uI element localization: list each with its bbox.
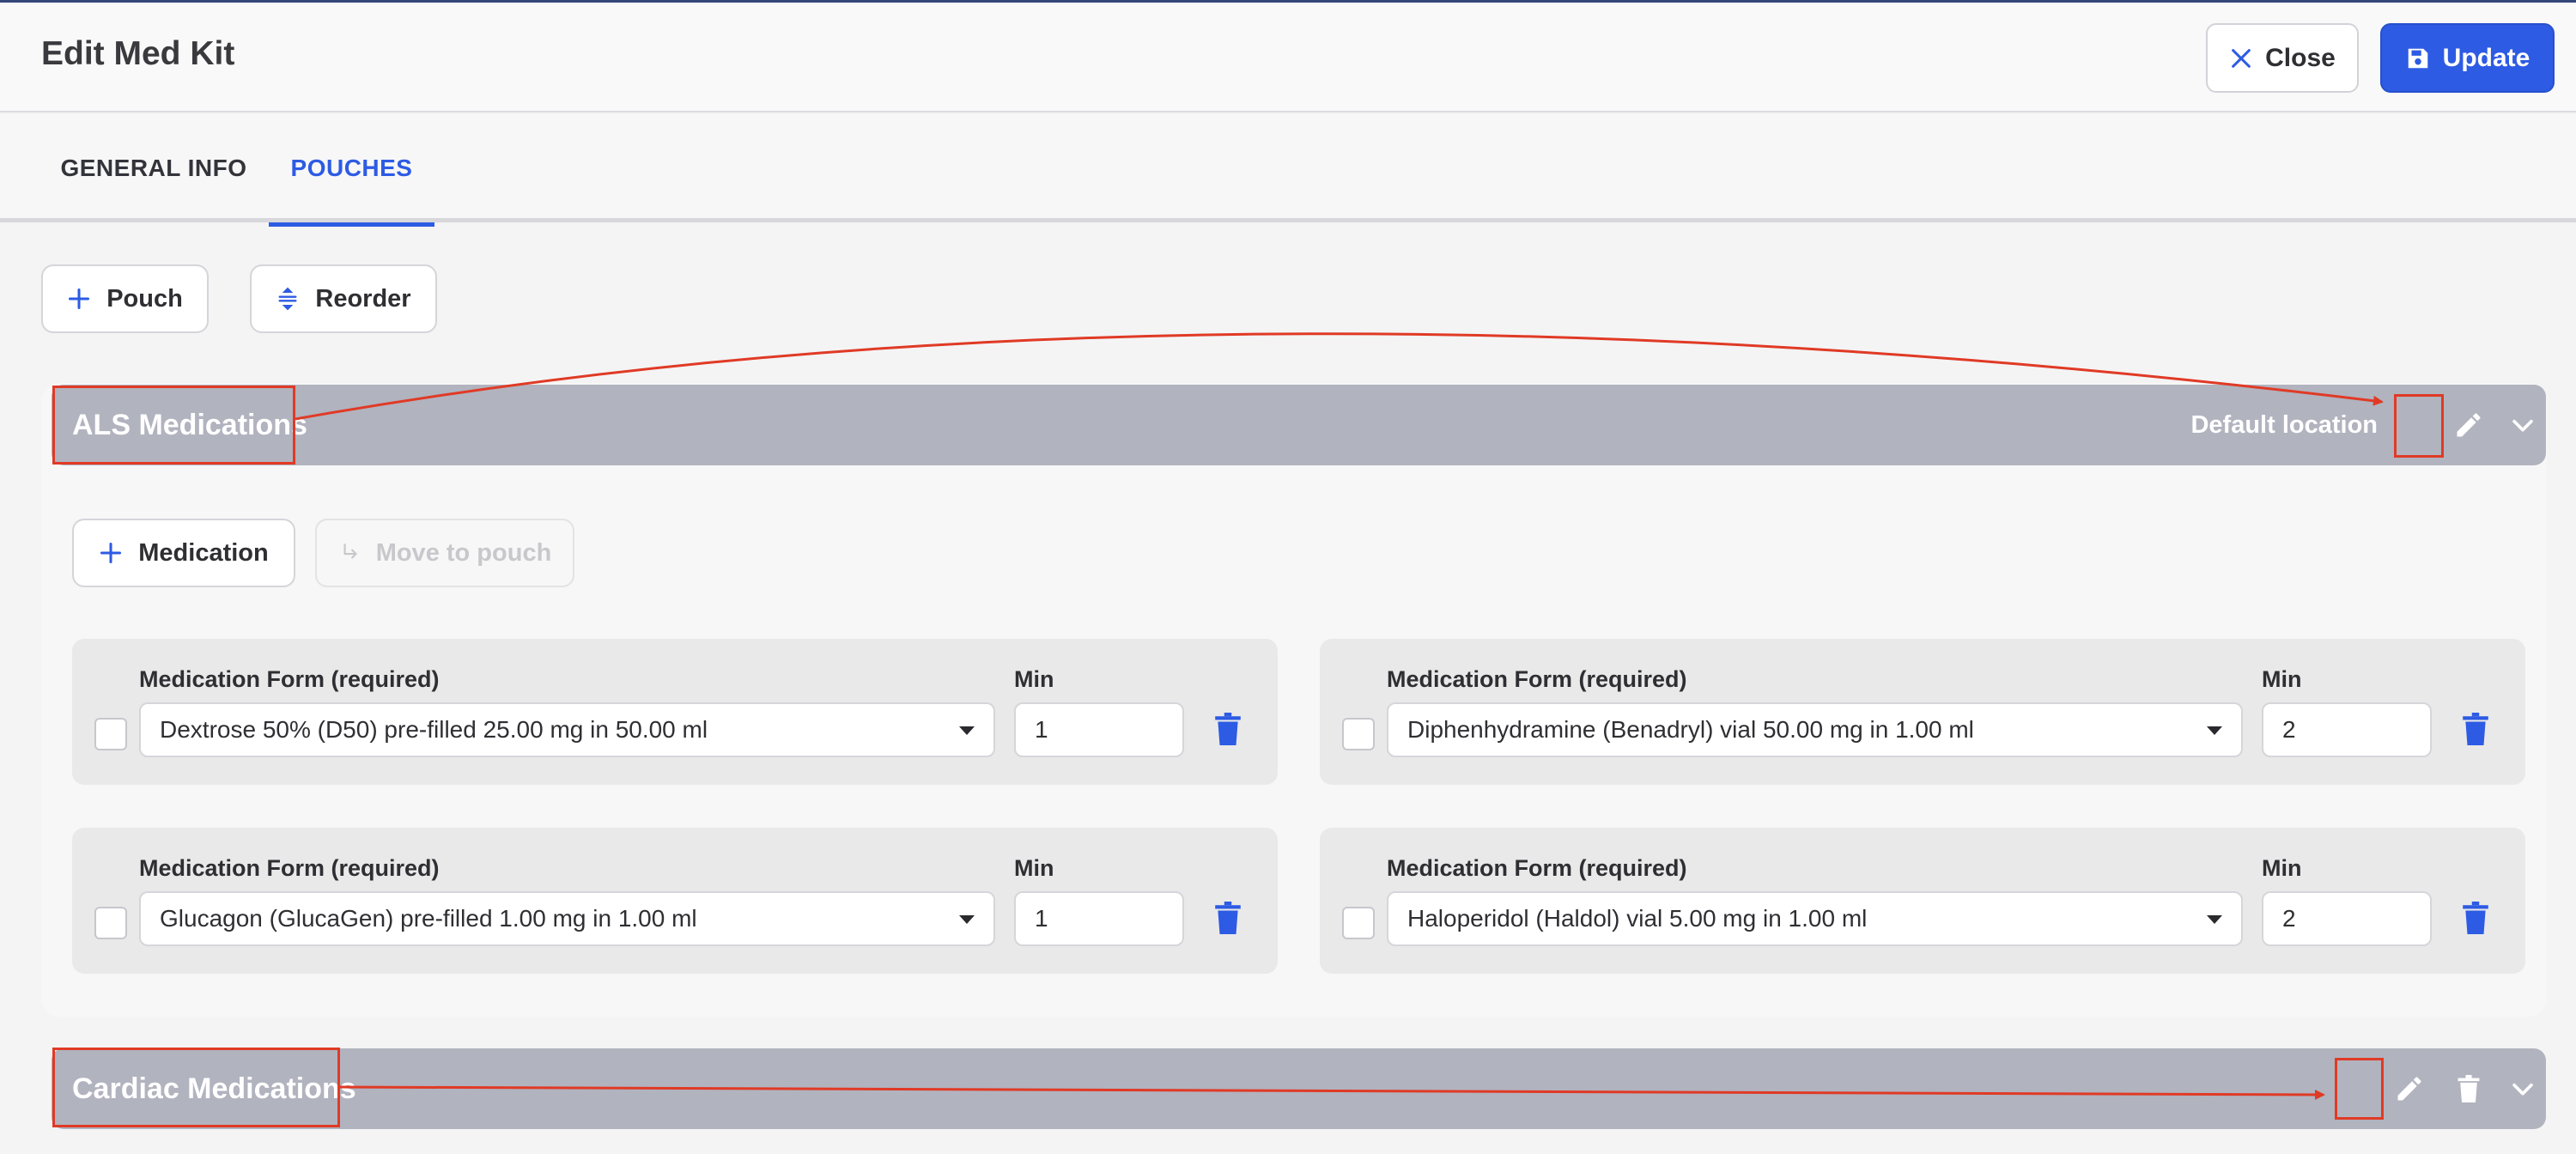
medication-card: Medication Form (required) Min Haloperid… (1320, 828, 2525, 974)
medication-checkbox[interactable] (94, 718, 127, 750)
min-label: Min (1014, 666, 1054, 692)
medication-form-select[interactable]: Glucagon (GlucaGen) pre-filled 1.00 mg i… (139, 891, 995, 946)
min-input[interactable]: 1 (1014, 891, 1184, 946)
tab-general-info[interactable]: GENERAL INFO (43, 114, 264, 222)
min-input[interactable]: 2 (2262, 702, 2432, 757)
add-medication-label: Medication (138, 538, 269, 567)
trash-icon[interactable] (1215, 713, 1241, 745)
move-to-pouch-label: Move to pouch (375, 538, 552, 567)
min-label: Min (1014, 855, 1054, 881)
medication-checkbox[interactable] (1342, 718, 1375, 750)
delete-pouch-button[interactable] (2445, 1066, 2492, 1112)
pouch-name: ALS Medications (72, 408, 307, 441)
min-label: Min (2262, 855, 2302, 881)
plus-icon (100, 542, 122, 564)
reorder-icon (278, 287, 297, 311)
reorder-button[interactable]: Reorder (250, 264, 437, 333)
medication-card: Medication Form (required) Min Diphenhyd… (1320, 639, 2525, 785)
pouch-header-als[interactable]: ALS Medications Default location (52, 385, 2546, 465)
medication-form-label: Medication Form (required) (139, 666, 440, 692)
close-icon (2232, 48, 2251, 68)
close-button[interactable]: Close (2206, 23, 2359, 93)
update-button-label: Update (2442, 43, 2530, 72)
add-pouch-button[interactable]: Pouch (41, 264, 209, 333)
tab-bar: GENERAL INFO POUCHES (0, 114, 2576, 227)
reorder-label: Reorder (315, 284, 411, 313)
update-button[interactable]: Update (2380, 23, 2555, 93)
collapse-pouch-button[interactable] (2500, 1066, 2546, 1112)
medication-checkbox[interactable] (94, 907, 127, 939)
medication-card: Medication Form (required) Min Dextrose … (72, 639, 1278, 785)
trash-icon[interactable] (2463, 902, 2488, 934)
page-title: Edit Med Kit (41, 35, 235, 72)
medication-form-label: Medication Form (required) (139, 855, 440, 881)
dropdown-caret-icon (959, 726, 975, 735)
min-input[interactable]: 1 (1014, 702, 1184, 757)
add-medication-button[interactable]: Medication (72, 519, 295, 587)
edit-pouch-button[interactable] (2386, 1066, 2433, 1112)
medication-form-select[interactable]: Haloperidol (Haldol) vial 5.00 mg in 1.0… (1387, 891, 2243, 946)
medication-form-label: Medication Form (required) (1387, 666, 1687, 692)
pouch-name: Cardiac Medications (72, 1072, 356, 1105)
pouch-location: Default location (2190, 410, 2378, 439)
page-header: Edit Med Kit Close Update (0, 3, 2576, 112)
trash-icon[interactable] (2463, 713, 2488, 745)
pencil-icon (2397, 1077, 2421, 1101)
trash-icon (2458, 1075, 2480, 1102)
medication-card: Medication Form (required) Min Glucagon … (72, 828, 1278, 974)
medication-form-select[interactable]: Dextrose 50% (D50) pre-filled 25.00 mg i… (139, 702, 995, 757)
close-button-label: Close (2265, 43, 2336, 72)
tab-pouches[interactable]: POUCHES (269, 114, 434, 227)
medication-form-value: Glucagon (GlucaGen) pre-filled 1.00 mg i… (160, 905, 697, 932)
pencil-icon (2457, 413, 2481, 437)
collapse-pouch-button[interactable] (2500, 402, 2546, 448)
pouch-header-cardiac[interactable]: Cardiac Medications (52, 1048, 2546, 1129)
medication-form-label: Medication Form (required) (1387, 855, 1687, 881)
dropdown-caret-icon (2207, 726, 2222, 735)
medication-form-value: Diphenhydramine (Benadryl) vial 50.00 mg… (1407, 716, 1974, 743)
chevron-down-icon (2512, 419, 2533, 432)
min-input[interactable]: 2 (2262, 891, 2432, 946)
move-to-pouch-button[interactable]: Move to pouch (315, 519, 574, 587)
medication-form-select[interactable]: Diphenhydramine (Benadryl) vial 50.00 mg… (1387, 702, 2243, 757)
add-pouch-label: Pouch (106, 284, 183, 313)
medication-form-value: Dextrose 50% (D50) pre-filled 25.00 mg i… (160, 716, 708, 743)
move-arrow-icon (343, 544, 357, 559)
dropdown-caret-icon (959, 915, 975, 924)
trash-icon[interactable] (1215, 902, 1241, 934)
edit-pouch-button[interactable] (2445, 402, 2492, 448)
min-label: Min (2262, 666, 2302, 692)
save-icon (2408, 48, 2427, 68)
medication-checkbox[interactable] (1342, 907, 1375, 939)
medication-form-value: Haloperidol (Haldol) vial 5.00 mg in 1.0… (1407, 905, 1868, 932)
chevron-down-icon (2512, 1083, 2533, 1096)
dropdown-caret-icon (2207, 915, 2222, 924)
plus-icon (69, 288, 90, 310)
